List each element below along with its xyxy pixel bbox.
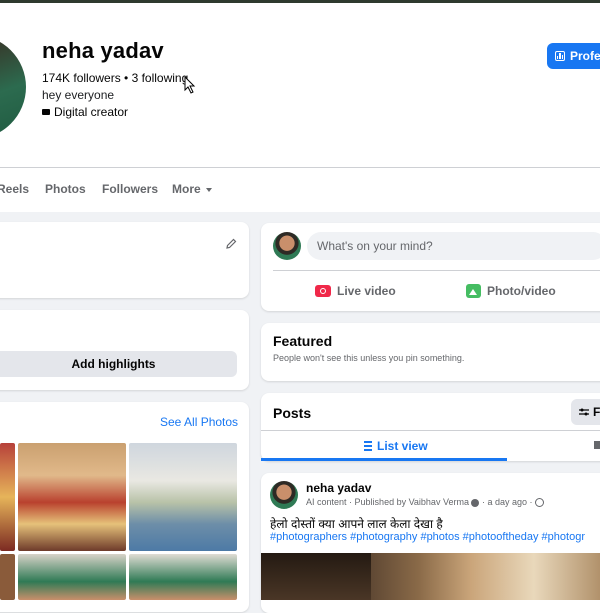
photo-thumbnail[interactable] [18, 554, 126, 600]
tab-more-label: More [172, 182, 201, 196]
intro-card [0, 222, 249, 298]
photo-thumbnail[interactable] [0, 443, 15, 551]
tab-photos[interactable]: Photos [45, 182, 86, 196]
post-image-shadow [261, 553, 371, 600]
posts-title: Posts [273, 405, 312, 421]
posts-divider [261, 430, 600, 431]
post-hashtags[interactable]: #photographers #photography #photos #pho… [270, 531, 585, 543]
profile-category: Digital creator [42, 105, 128, 119]
video-camera-icon [315, 285, 331, 297]
photo-thumbnail[interactable] [129, 554, 237, 600]
list-view-label: List view [377, 439, 428, 453]
post-author-name[interactable]: neha yadav [306, 481, 371, 495]
follower-stats[interactable]: 174K followers • 3 following [42, 71, 188, 85]
post-text: हेलो दोस्तों क्या आपने लाल केला देखा है [270, 517, 443, 531]
chevron-down-icon [205, 187, 212, 192]
featured-subtitle: People won't see this unless you pin som… [273, 353, 465, 363]
photo-thumbnail[interactable] [0, 554, 15, 600]
live-video-label: Live video [337, 284, 396, 298]
list-icon [364, 441, 372, 451]
post-meta: AI content · Published by Vaibhav Verma … [306, 497, 545, 508]
ai-content-label: AI content [306, 497, 347, 507]
composer-divider [273, 270, 600, 271]
published-by[interactable]: Published by Vaibhav Verma [355, 497, 469, 507]
tab-reels[interactable]: Reels [0, 182, 29, 196]
pencil-icon[interactable] [225, 238, 237, 250]
featured-card [261, 323, 600, 381]
active-tab-indicator [261, 458, 507, 461]
post-time[interactable]: a day ago [487, 497, 527, 507]
photo-thumbnail[interactable] [129, 443, 237, 551]
post-author-avatar[interactable] [270, 481, 298, 509]
photo-thumbnail[interactable] [18, 443, 126, 551]
header-divider [0, 167, 600, 168]
posts-card [261, 393, 600, 461]
mouse-cursor-icon [184, 76, 196, 94]
tab-more[interactable]: More [172, 182, 212, 196]
info-icon[interactable] [471, 498, 480, 507]
whats-on-your-mind-input[interactable]: What's on your mind? [307, 232, 600, 260]
filters-label: F [593, 405, 600, 419]
list-view-tab[interactable]: List view [364, 439, 428, 453]
professional-label: Profe [570, 49, 600, 63]
photo-video-label: Photo/video [487, 284, 556, 298]
see-all-photos-link[interactable]: See All Photos [160, 415, 238, 429]
grid-view-icon[interactable] [594, 441, 600, 449]
briefcase-icon [42, 109, 50, 115]
live-video-button[interactable]: Live video [315, 284, 396, 298]
highlights-card [0, 310, 249, 390]
profile-name: neha yadav [42, 38, 164, 63]
add-highlights-button[interactable]: Add highlights [0, 351, 237, 377]
image-icon [466, 284, 481, 298]
category-label: Digital creator [54, 105, 129, 119]
photo-video-button[interactable]: Photo/video [466, 284, 556, 298]
filter-icon [579, 408, 589, 416]
featured-title: Featured [273, 333, 333, 349]
dashboard-icon [555, 51, 565, 61]
tab-followers[interactable]: Followers [102, 182, 158, 196]
profile-bio: hey everyone [42, 88, 115, 102]
composer-avatar[interactable] [273, 232, 301, 260]
globe-icon [535, 498, 545, 508]
professional-dashboard-button[interactable]: Profe [547, 43, 600, 69]
filters-button[interactable]: F [571, 399, 600, 425]
